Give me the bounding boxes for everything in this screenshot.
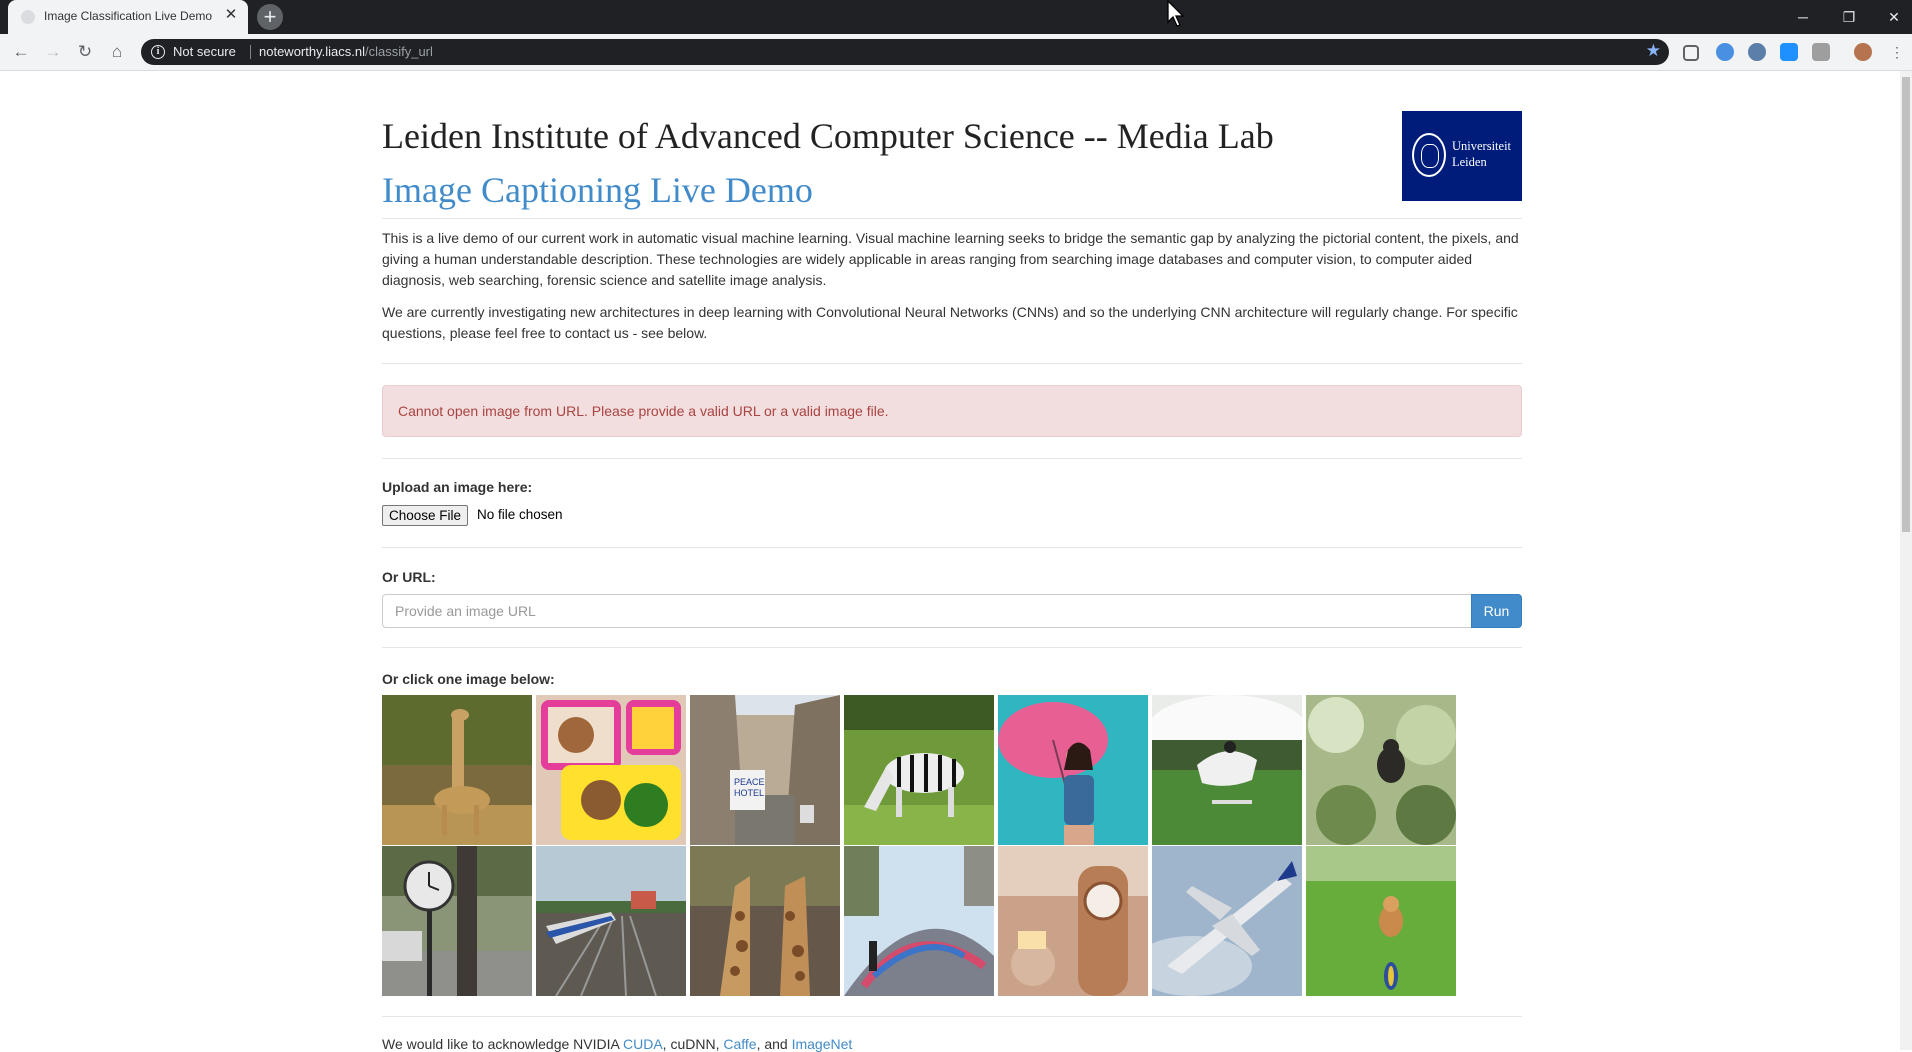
close-icon[interactable]: ✕ <box>222 6 240 24</box>
research-paragraph: We are currently investigating new archi… <box>382 304 1518 341</box>
example-image-airplane[interactable] <box>1152 846 1302 996</box>
new-tab-button[interactable]: + <box>257 4 283 30</box>
example-image-street-hotel[interactable]: PEACE HOTEL <box>690 695 840 845</box>
divider <box>382 647 1522 648</box>
page-title: Leiden Institute of Advanced Computer Sc… <box>382 116 1274 156</box>
example-image-skatepark[interactable] <box>844 846 994 996</box>
svg-text:HOTEL: HOTEL <box>734 788 764 798</box>
error-alert: Cannot open image from URL. Please provi… <box>382 385 1522 437</box>
extension-gray-icon[interactable] <box>1812 43 1830 61</box>
reload-icon[interactable]: ↻ <box>74 41 96 63</box>
restore-icon[interactable]: ❐ <box>1834 6 1864 28</box>
windows-extension-icon[interactable] <box>1780 43 1798 61</box>
divider <box>382 363 1522 364</box>
example-image-bento-box[interactable] <box>536 695 686 845</box>
svg-text:PEACE: PEACE <box>734 777 765 787</box>
forward-icon[interactable]: → <box>42 41 64 63</box>
extension-feather-icon[interactable] <box>1748 43 1766 61</box>
pocket-extension-icon[interactable] <box>1683 45 1699 61</box>
logo-text: Universiteit Leiden <box>1452 138 1511 170</box>
bookmark-star-icon[interactable]: ★ <box>1646 41 1661 61</box>
window-close-icon[interactable]: ✕ <box>1879 6 1909 28</box>
run-button[interactable]: Run <box>1471 594 1522 628</box>
minimize-icon[interactable]: ─ <box>1788 6 1818 28</box>
logo-text-line1: Universiteit <box>1452 139 1512 153</box>
url-label: Or URL: <box>382 569 436 585</box>
url-text[interactable]: noteworthy.liacs.nl/classify_url <box>259 44 433 59</box>
logo-text-line2: Leiden <box>1452 155 1487 169</box>
back-icon[interactable]: ← <box>10 41 32 63</box>
globe-icon <box>21 10 35 24</box>
extension-blue-icon[interactable] <box>1716 43 1734 61</box>
security-label[interactable]: Not secure <box>173 44 236 59</box>
browser-tab-active[interactable]: Image Classification Live Demo ✕ <box>8 0 248 34</box>
divider <box>382 547 1522 548</box>
footer-divider <box>382 1016 1522 1017</box>
address-bar[interactable]: i Not secure noteworthy.liacs.nl/classif… <box>141 39 1669 65</box>
tab-title: Image Classification Live Demo <box>44 9 213 23</box>
example-image-grid: PEACE HOTEL <box>382 695 1462 996</box>
url-host: noteworthy.liacs.nl <box>259 44 365 59</box>
omnibox-divider <box>250 45 251 59</box>
header-divider <box>382 218 1522 219</box>
example-image-dog-grass[interactable] <box>1306 846 1456 996</box>
image-url-input[interactable] <box>382 594 1472 628</box>
page-subtitle: Image Captioning Live Demo <box>382 170 813 210</box>
example-image-gorilla-jungle[interactable] <box>1306 695 1456 845</box>
example-image-mantel-clock[interactable] <box>998 846 1148 996</box>
seal-icon <box>1412 133 1446 177</box>
home-icon[interactable]: ⌂ <box>106 41 128 63</box>
scrollbar-thumb[interactable] <box>1902 77 1910 532</box>
divider <box>382 458 1522 459</box>
page-scrollbar[interactable] <box>1900 71 1912 1050</box>
info-icon[interactable]: i <box>151 45 165 59</box>
menu-dots-icon[interactable]: ⋮ <box>1886 41 1908 63</box>
choose-file-button[interactable]: Choose File <box>382 505 469 526</box>
example-image-train-tracks[interactable] <box>536 846 686 996</box>
browser-toolbar: ← → ↻ ⌂ i Not secure noteworthy.liacs.nl… <box>0 34 1912 71</box>
upload-label: Upload an image here: <box>382 479 533 495</box>
example-image-horse-jump[interactable] <box>1152 695 1302 845</box>
example-image-zebra[interactable] <box>844 695 994 845</box>
intro-paragraph: This is a live demo of our current work … <box>382 230 1519 288</box>
example-image-giraffes-pair[interactable] <box>690 846 840 996</box>
example-image-woman-umbrella[interactable] <box>998 695 1148 845</box>
url-path: /classify_url <box>364 44 433 59</box>
example-image-giraffe[interactable] <box>382 695 532 845</box>
profile-avatar[interactable] <box>1854 43 1872 61</box>
file-status: No file chosen <box>477 507 563 522</box>
university-logo: Universiteit Leiden <box>1402 111 1522 201</box>
examples-label: Or click one image below: <box>382 671 555 687</box>
mouse-cursor-icon <box>1167 0 1185 27</box>
example-image-street-clock[interactable] <box>382 846 532 996</box>
browser-tabstrip: Image Classification Live Demo ✕ + ─ ❐ ✕ <box>0 0 1912 34</box>
